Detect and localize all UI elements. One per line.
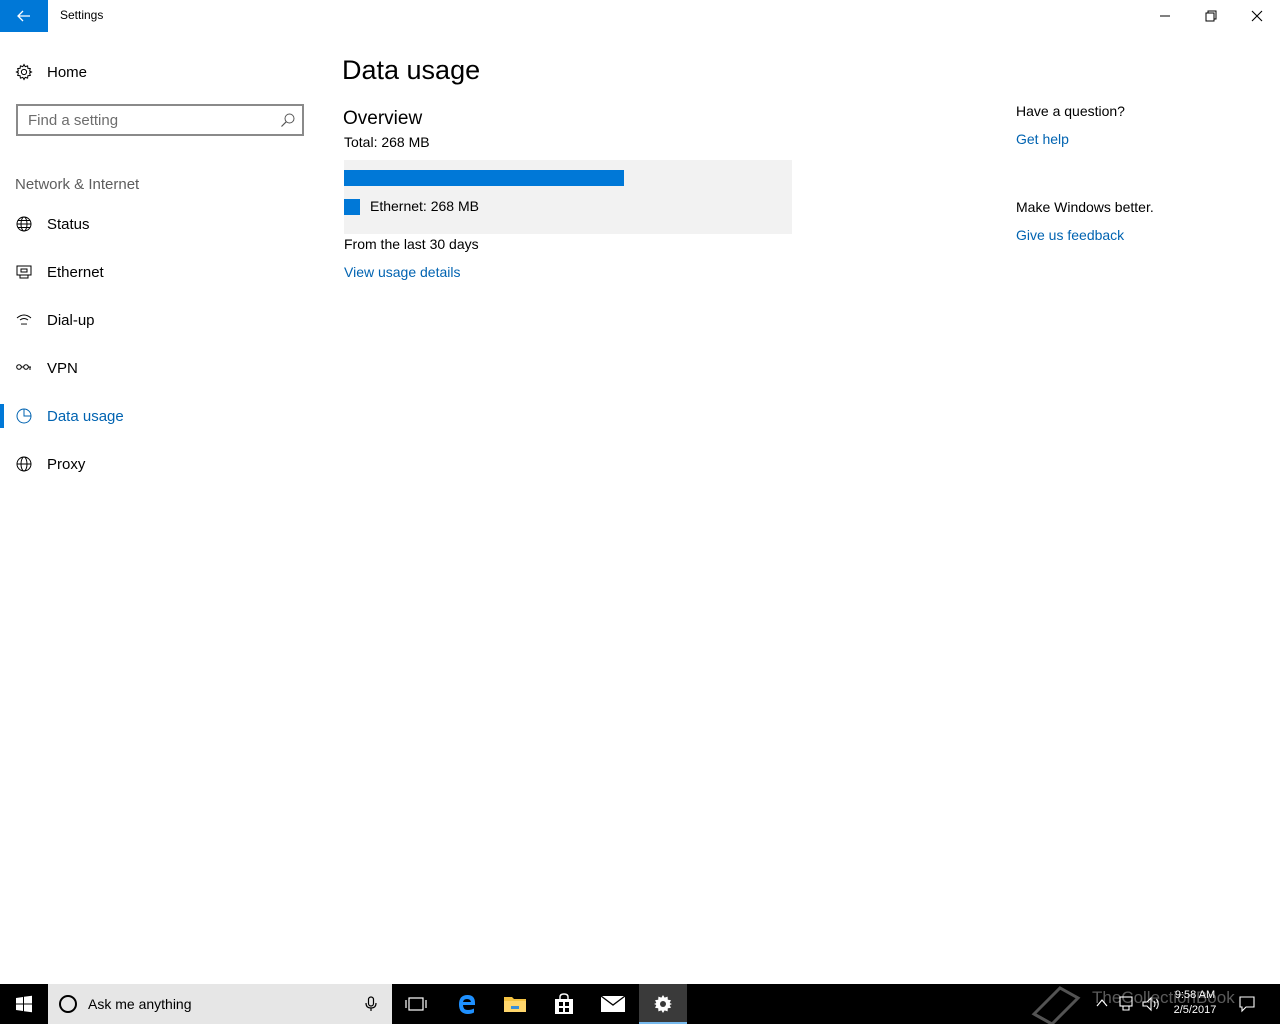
title-bar: Settings: [0, 0, 1280, 32]
dialup-icon: [14, 310, 34, 330]
usage-chart-panel: Ethernet: 268 MB: [344, 160, 792, 234]
store-bag-icon: [555, 993, 573, 1014]
sidebar-item-label: Status: [47, 215, 90, 233]
overview-heading: Overview: [343, 108, 423, 129]
ethernet-usage-bar: [344, 170, 624, 186]
vpn-icon: [14, 358, 34, 378]
close-button[interactable]: [1234, 0, 1280, 32]
view-usage-details-link[interactable]: View usage details: [344, 264, 460, 280]
data-usage-icon: [14, 406, 34, 426]
restore-icon: [1205, 10, 1217, 22]
network-icon[interactable]: [1118, 995, 1136, 1013]
search-input[interactable]: [18, 106, 278, 134]
taskbar: Ask me anything TheCollectionBook 9:58 A…: [0, 984, 1280, 1024]
sidebar-item-vpn[interactable]: VPN: [0, 348, 320, 388]
clock-time: 9:58 AM: [1174, 989, 1216, 1001]
sidebar-item-label: Dial-up: [47, 311, 95, 329]
sidebar-item-label: Proxy: [47, 455, 86, 473]
store-taskbar-button[interactable]: [540, 984, 588, 1024]
folder-icon: [504, 997, 526, 1012]
home-label: Home: [47, 63, 88, 81]
globe-status-icon: [14, 214, 34, 234]
sidebar-item-proxy[interactable]: Proxy: [0, 444, 320, 484]
windows-logo-icon: [16, 995, 32, 1013]
volume-icon[interactable]: [1141, 995, 1161, 1013]
back-arrow-icon: [17, 10, 30, 22]
usage-period-text: From the last 30 days: [344, 236, 479, 252]
microphone-icon[interactable]: [364, 996, 378, 1012]
close-icon: [1251, 10, 1263, 22]
sidebar-item-data-usage[interactable]: Data usage: [0, 396, 320, 436]
sidebar: Home Network & Internet Status: [0, 32, 320, 984]
settings-taskbar-button[interactable]: [639, 984, 687, 1024]
sidebar-item-label: Data usage: [47, 407, 124, 425]
clock-date: 2/5/2017: [1173, 1004, 1217, 1016]
ethernet-legend-swatch: [344, 199, 360, 215]
selection-indicator: [0, 404, 4, 428]
task-view-icon: [405, 997, 427, 1011]
sidebar-item-label: Ethernet: [47, 263, 104, 281]
gear-icon: [654, 995, 672, 1013]
mail-icon: [600, 995, 626, 1012]
minimize-button[interactable]: [1142, 0, 1188, 32]
show-hidden-icons-icon[interactable]: [1096, 998, 1108, 1008]
edge-taskbar-button[interactable]: [443, 984, 491, 1024]
back-button[interactable]: [0, 0, 48, 32]
start-button[interactable]: [0, 984, 48, 1024]
cortana-search-box[interactable]: Ask me anything: [48, 984, 392, 1024]
taskbar-clock[interactable]: 9:58 AM 2/5/2017: [1160, 988, 1230, 1018]
sidebar-item-label: VPN: [47, 359, 78, 377]
edge-icon: [459, 995, 475, 1014]
sidebar-section-title: Network & Internet: [15, 176, 140, 193]
restore-button[interactable]: [1188, 0, 1234, 32]
mail-taskbar-button[interactable]: [589, 984, 637, 1024]
ethernet-legend-label: Ethernet: 268 MB: [370, 198, 479, 214]
home-nav-item[interactable]: Home: [0, 58, 320, 86]
sidebar-item-dialup[interactable]: Dial-up: [0, 300, 320, 340]
get-help-link[interactable]: Get help: [1016, 131, 1069, 147]
minimize-icon: [1160, 15, 1170, 17]
settings-search-box[interactable]: [16, 104, 304, 136]
sidebar-item-status[interactable]: Status: [0, 204, 320, 244]
search-icon[interactable]: [280, 112, 296, 128]
book-watermark-icon: [1031, 986, 1081, 1024]
feedback-prompt-text: Make Windows better.: [1016, 199, 1154, 215]
file-explorer-taskbar-button[interactable]: [491, 984, 539, 1024]
task-view-button[interactable]: [392, 984, 440, 1024]
give-feedback-link[interactable]: Give us feedback: [1016, 227, 1124, 243]
page-title: Data usage: [342, 55, 481, 85]
cortana-icon: [59, 995, 77, 1013]
help-question-text: Have a question?: [1016, 103, 1125, 119]
sidebar-item-ethernet[interactable]: Ethernet: [0, 252, 320, 292]
cortana-search-placeholder: Ask me anything: [88, 996, 192, 1012]
total-usage-text: Total: 268 MB: [344, 134, 430, 150]
window-title: Settings: [60, 8, 104, 22]
gear-icon: [14, 62, 34, 82]
action-center-icon[interactable]: [1238, 995, 1256, 1013]
ethernet-icon: [14, 262, 34, 282]
globe-icon: [14, 454, 34, 474]
